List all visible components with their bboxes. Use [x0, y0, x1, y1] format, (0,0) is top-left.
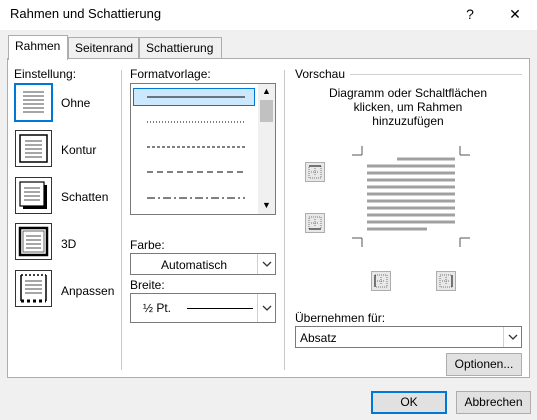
tab-label: Schattierung: [146, 41, 214, 55]
breite-select[interactable]: ½ Pt.: [130, 293, 276, 323]
einstellung-heading: Einstellung:: [14, 67, 77, 81]
vorschau-rule: [350, 74, 522, 75]
apply-select[interactable]: Absatz: [295, 326, 522, 348]
divider: [284, 70, 285, 370]
breite-line-sample: [187, 308, 253, 309]
window-title: Rahmen und Schattierung: [10, 6, 162, 21]
formatvorlage-heading: Formatvorlage:: [130, 67, 211, 81]
setting-box-icon[interactable]: [15, 130, 52, 167]
options-button[interactable]: Optionen...: [446, 353, 522, 376]
hint-line: klicken, um Rahmen: [353, 100, 463, 114]
breite-label: Breite:: [130, 278, 165, 292]
divider: [121, 70, 122, 370]
preview-diagram[interactable]: [352, 146, 472, 250]
setting-custom-icon[interactable]: [15, 270, 52, 307]
style-scrollbar[interactable]: ▲ ▼: [258, 84, 275, 214]
help-button[interactable]: ?: [448, 0, 492, 30]
scroll-thumb[interactable]: [260, 100, 273, 122]
border-bottom-button[interactable]: [305, 213, 325, 233]
chevron-down-icon[interactable]: [257, 254, 275, 274]
setting-custom-label[interactable]: Anpassen: [61, 284, 114, 298]
apply-label: Übernehmen für:: [295, 311, 386, 325]
ok-button[interactable]: OK: [371, 391, 447, 414]
style-listbox[interactable]: ▲ ▼: [130, 83, 276, 215]
tab-schattierung[interactable]: Schattierung: [139, 37, 222, 58]
vorschau-heading: Vorschau: [295, 67, 346, 81]
cancel-button[interactable]: Abbrechen: [456, 391, 531, 414]
apply-value: Absatz: [300, 331, 337, 345]
setting-shadow-label[interactable]: Schatten: [61, 190, 108, 204]
setting-none-label[interactable]: Ohne: [61, 96, 90, 110]
setting-3d-label[interactable]: 3D: [61, 237, 76, 251]
setting-none-icon[interactable]: [14, 83, 53, 122]
tab-rahmen[interactable]: Rahmen: [8, 35, 68, 60]
farbe-value: Automatisch: [161, 258, 228, 272]
style-list-lines: [147, 96, 245, 199]
border-right-button[interactable]: [436, 271, 456, 291]
setting-shadow-icon[interactable]: [15, 177, 52, 214]
close-button[interactable]: ✕: [493, 0, 537, 30]
scroll-down-icon[interactable]: ▼: [262, 200, 271, 210]
chevron-down-icon[interactable]: [257, 294, 275, 322]
farbe-select[interactable]: Automatisch: [130, 253, 276, 275]
farbe-label: Farbe:: [130, 238, 165, 252]
chevron-down-icon[interactable]: [503, 327, 521, 347]
tab-label: Rahmen: [15, 39, 61, 53]
breite-value: ½ Pt.: [143, 301, 172, 315]
setting-3d-icon[interactable]: [15, 223, 52, 260]
tab-seitenrand[interactable]: Seitenrand: [68, 37, 139, 58]
vorschau-hint: Diagramm oder Schaltflächen klicken, um …: [296, 86, 520, 128]
hint-line: hinzuzufügen: [372, 114, 444, 128]
tab-label: Seitenrand: [75, 41, 134, 55]
border-left-button[interactable]: [371, 271, 391, 291]
setting-box-label[interactable]: Kontur: [61, 143, 96, 157]
hint-line: Diagramm oder Schaltflächen: [328, 86, 488, 100]
scroll-up-icon[interactable]: ▲: [262, 86, 271, 96]
border-top-button[interactable]: [305, 162, 325, 182]
